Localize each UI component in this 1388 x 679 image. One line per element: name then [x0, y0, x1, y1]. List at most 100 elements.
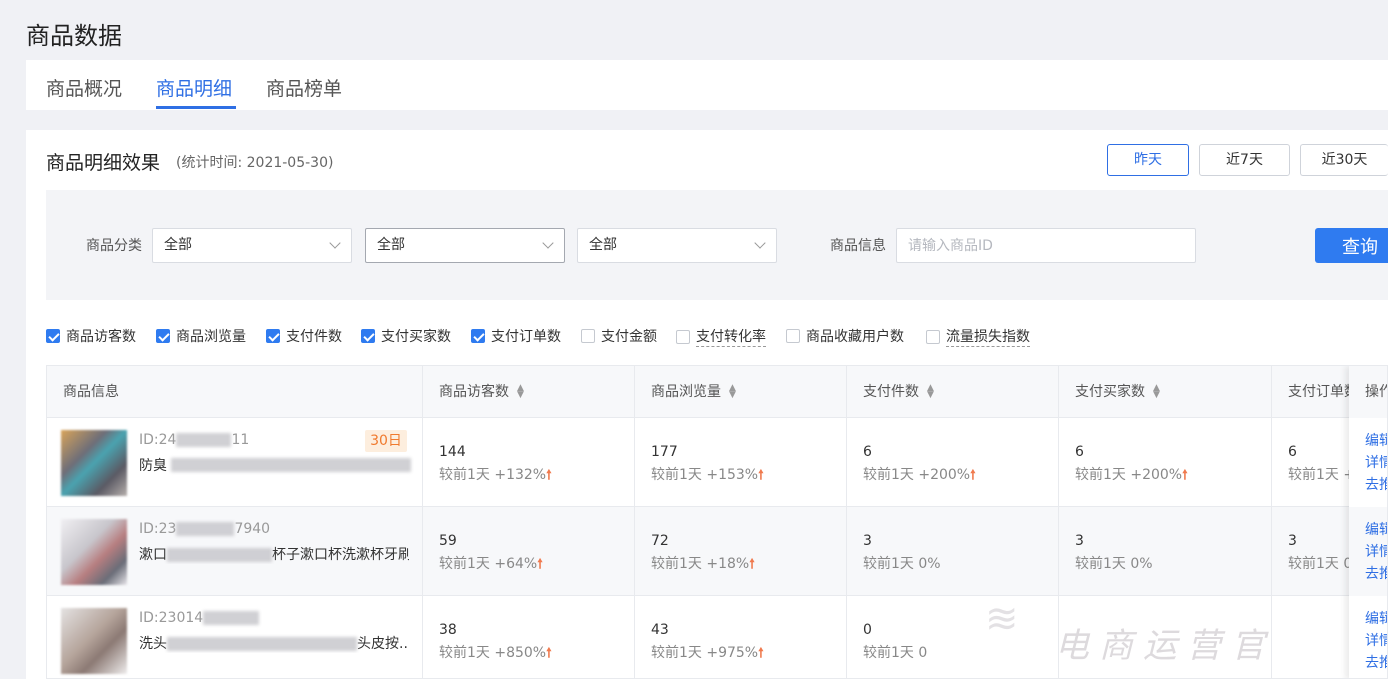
pay-buyers-value: 3 [1075, 533, 1084, 549]
column-header-pay-items[interactable]: 支付件数 ▲ ▼ [847, 366, 1059, 418]
chevron-down-icon [754, 237, 766, 249]
arrow-up-icon: 🠕 [1182, 468, 1188, 483]
edit-link[interactable]: 编辑 [1365, 519, 1387, 541]
pay-buyers-cell [1059, 596, 1272, 678]
edit-link[interactable]: 编辑 [1365, 608, 1387, 630]
product-detail-table: 商品信息 商品访客数 ▲ ▼ 商品浏览量 ▲ ▼ 支付件数 ▲ ▼ 支付买家数 ▲ ▼ 支付订单… [46, 365, 1388, 679]
views-cell: 43 较前1天 +975%🠕 [635, 596, 847, 678]
pay-items-compare: 较前1天 0 [863, 645, 928, 661]
sort-icon[interactable]: ▲ ▼ [927, 384, 934, 400]
sort-icon[interactable]: ▲ ▼ [517, 384, 524, 400]
metric-label: 流量损失指数 [946, 326, 1030, 347]
product-id-input[interactable] [896, 228, 1196, 263]
product-title[interactable]: 漱口杯子漱口杯洗漱杯牙刷... [139, 544, 409, 564]
detail-link[interactable]: 详情 [1365, 630, 1387, 652]
range-7days-button[interactable]: 近7天 [1199, 144, 1290, 176]
promote-link[interactable]: 去推 [1365, 652, 1387, 674]
category-select-2[interactable]: 全部 [365, 228, 565, 263]
metric-label: 商品收藏用户数 [806, 329, 904, 345]
views-value: 72 [651, 533, 669, 549]
sort-icon[interactable]: ▲ ▼ [1153, 384, 1160, 400]
operation-column: 操作 编辑 详情 去推 编辑 详情 去推 编辑 详情 去推 [1349, 366, 1387, 678]
table-row: ID:24 11 30日 防臭 144 较前1天 +132%🠕 177 较前1天 … [47, 418, 1387, 507]
checkbox-checked-icon [46, 329, 60, 343]
metric-checkbox-conversion[interactable]: 支付转化率 [676, 326, 766, 347]
views-compare: 较前1天 +153% [651, 467, 759, 483]
category-select-3[interactable]: 全部 [577, 228, 777, 263]
views-cell: 177 较前1天 +153%🠕 [635, 418, 847, 507]
metric-checkbox-pay-orders[interactable]: 支付订单数 [471, 326, 561, 346]
views-compare: 较前1天 +975% [651, 645, 759, 661]
tab-overview[interactable]: 商品概况 [46, 74, 122, 101]
column-header-visitors[interactable]: 商品访客数 ▲ ▼ [423, 366, 635, 418]
section-title: 商品明细效果 [46, 152, 161, 174]
views-value: 43 [651, 622, 669, 638]
arrow-up-icon: 🠕 [537, 557, 543, 572]
metric-checkbox-pay-items[interactable]: 支付件数 [266, 326, 342, 346]
chevron-down-icon [329, 237, 341, 249]
product-thumbnail[interactable] [61, 519, 127, 585]
tab-ranking[interactable]: 商品榜单 [266, 74, 342, 101]
operation-cell: 编辑 详情 去推 [1349, 596, 1387, 678]
metric-checkbox-traffic-loss[interactable]: 流量损失指数 [926, 326, 1030, 347]
product-thumbnail[interactable] [61, 430, 127, 496]
table-row: ID:237940 漱口杯子漱口杯洗漱杯牙刷... 59 较前1天 +64%🠕 … [47, 507, 1387, 596]
visitors-value: 144 [439, 444, 466, 460]
edit-link[interactable]: 编辑 [1365, 430, 1387, 452]
metric-checkbox-pay-buyers[interactable]: 支付买家数 [361, 326, 451, 346]
sort-icon[interactable]: ▲ ▼ [729, 384, 736, 400]
stat-time: (统计时间: 2021-05-30) [176, 155, 334, 171]
checkbox-checked-icon [361, 329, 375, 343]
promote-link[interactable]: 去推 [1365, 563, 1387, 585]
column-header-pay-buyers[interactable]: 支付买家数 ▲ ▼ [1059, 366, 1272, 418]
page-title: 商品数据 [26, 22, 122, 50]
product-title[interactable]: 洗头 头皮按... [139, 633, 409, 653]
category-select-2-value: 全部 [377, 237, 405, 253]
product-thumbnail[interactable] [61, 608, 127, 674]
column-header-operation: 操作 [1349, 366, 1387, 418]
visitors-cell: 38 较前1天 +850%🠕 [423, 596, 635, 678]
pay-items-value: 3 [863, 533, 872, 549]
pay-buyers-compare: 较前1天 0% [1075, 556, 1153, 572]
tab-detail[interactable]: 商品明细 [156, 74, 232, 101]
period-badge: 30日 [365, 430, 407, 452]
product-id: ID:23014 [139, 610, 260, 626]
metric-label: 支付金额 [601, 329, 657, 345]
product-info-label: 商品信息 [830, 238, 886, 254]
pay-buyers-cell: 6 较前1天 +200%🠕 [1059, 418, 1272, 507]
metric-checkbox-pay-amount[interactable]: 支付金额 [581, 326, 657, 346]
checkbox-unchecked-icon [786, 329, 800, 343]
product-id: ID:24 11 [139, 432, 250, 448]
arrow-up-icon: 🠕 [749, 557, 755, 572]
metric-checkbox-visitors[interactable]: 商品访客数 [46, 326, 136, 346]
promote-link[interactable]: 去推 [1365, 474, 1387, 496]
metric-label: 支付买家数 [381, 329, 451, 345]
category-select-3-value: 全部 [589, 237, 617, 253]
detail-link[interactable]: 详情 [1365, 452, 1387, 474]
pay-items-compare: 较前1天 +200% [863, 467, 971, 483]
category-select-1[interactable]: 全部 [152, 228, 352, 263]
product-info-cell: ID:23014 洗头 头皮按... [47, 596, 423, 678]
arrow-up-icon: 🠕 [970, 468, 976, 483]
range-30days-button[interactable]: 近30天 [1300, 144, 1388, 176]
detail-link[interactable]: 详情 [1365, 541, 1387, 563]
detail-card: 商品明细效果 (统计时间: 2021-05-30) 昨天 近7天 近30天 商品… [26, 130, 1388, 679]
query-button[interactable]: 查询 [1315, 228, 1388, 263]
views-cell: 72 较前1天 +18%🠕 [635, 507, 847, 596]
visitors-cell: 144 较前1天 +132%🠕 [423, 418, 635, 507]
column-header-product-info: 商品信息 [47, 366, 423, 418]
checkbox-checked-icon [266, 329, 280, 343]
metric-checkbox-views[interactable]: 商品浏览量 [156, 326, 246, 346]
visitors-cell: 59 较前1天 +64%🠕 [423, 507, 635, 596]
pay-items-value: 6 [863, 444, 872, 460]
arrow-up-icon: 🠕 [758, 468, 764, 483]
range-yesterday-button[interactable]: 昨天 [1107, 144, 1189, 176]
visitors-value: 59 [439, 533, 457, 549]
pay-buyers-compare: 较前1天 +200% [1075, 467, 1183, 483]
category-select-1-value: 全部 [164, 237, 192, 253]
column-header-views[interactable]: 商品浏览量 ▲ ▼ [635, 366, 847, 418]
pay-items-cell: 3 较前1天 0% [847, 507, 1059, 596]
pay-buyers-value: 6 [1075, 444, 1084, 460]
metric-checkbox-favorites[interactable]: 商品收藏用户数 [786, 326, 904, 346]
checkbox-checked-icon [471, 329, 485, 343]
